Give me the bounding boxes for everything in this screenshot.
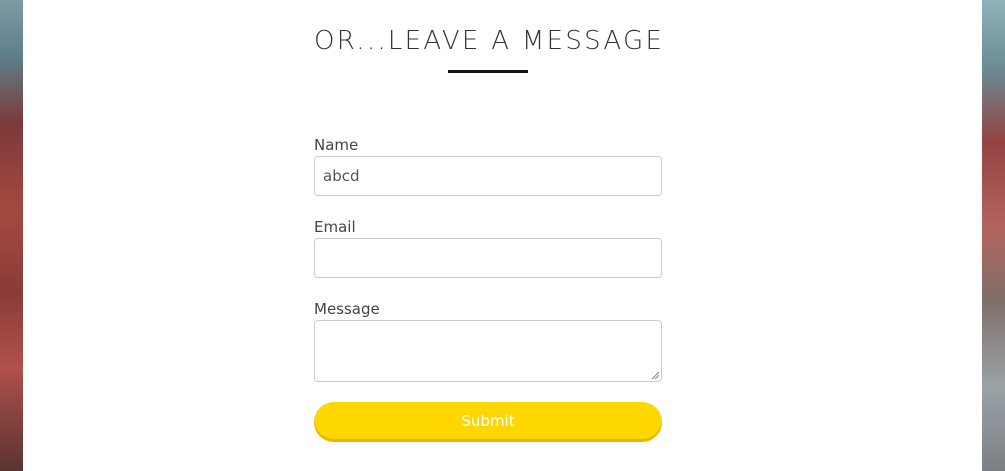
name-input[interactable]: abcd [314,156,662,196]
email-input[interactable] [314,238,662,278]
submit-button[interactable]: Submit [314,402,662,442]
background-left [0,0,23,471]
message-textarea[interactable] [314,320,662,382]
content-panel: OR...LEAVE A MESSAGE Name abcd Email Mes… [23,0,982,471]
form-heading: OR...LEAVE A MESSAGE [314,26,665,56]
email-label: Email [314,218,356,236]
name-label: Name [314,136,359,154]
message-label: Message [314,300,380,318]
resize-grip-icon[interactable] [651,371,659,379]
heading-underline [448,70,528,73]
background-right [982,0,1005,471]
